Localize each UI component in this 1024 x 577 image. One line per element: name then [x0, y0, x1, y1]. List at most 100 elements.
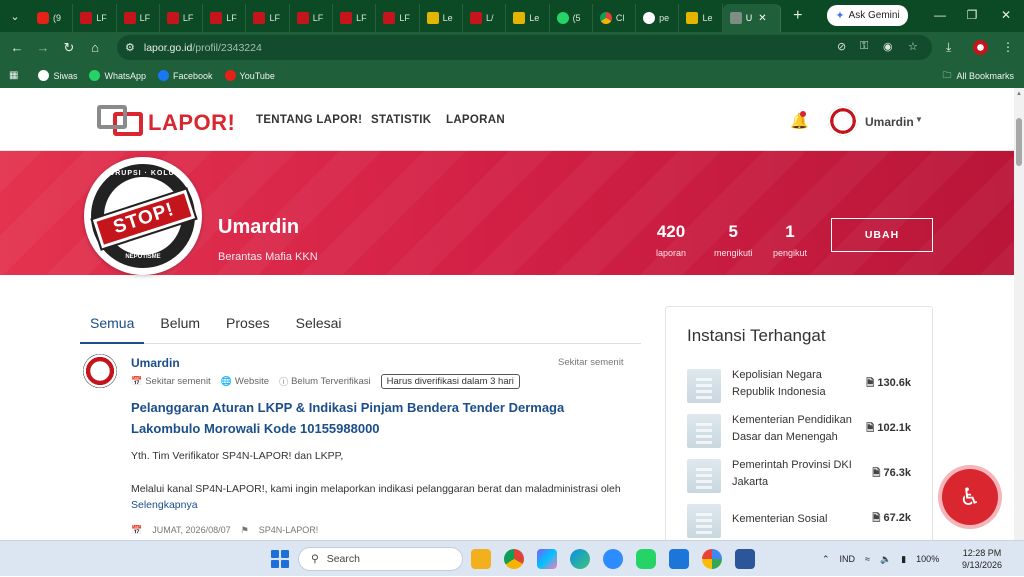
- battery-icon[interactable]: ▮: [901, 554, 906, 565]
- home-icon[interactable]: ⌂: [82, 40, 108, 55]
- stat-pengikut[interactable]: 1 pengikut: [773, 222, 807, 258]
- stat-laporan[interactable]: 420 laporan: [656, 222, 686, 258]
- nav-statistik[interactable]: STATISTIK: [371, 114, 431, 126]
- user-avatar[interactable]: [828, 106, 858, 136]
- download-icon[interactable]: ⤓: [946, 40, 951, 55]
- scroll-up-icon[interactable]: ▲: [1016, 91, 1022, 97]
- browser-tab[interactable]: LF: [246, 4, 290, 32]
- forward-arrow-icon[interactable]: →: [30, 40, 56, 55]
- tracking-off-icon[interactable]: ◉: [883, 40, 893, 53]
- back-arrow-icon[interactable]: ←: [4, 40, 30, 55]
- store-icon[interactable]: [669, 549, 689, 569]
- edge-icon[interactable]: [570, 549, 590, 569]
- chevron-down-icon[interactable]: ▼: [915, 115, 923, 124]
- browser-tab[interactable]: Le: [420, 4, 463, 32]
- edit-profile-button[interactable]: UBAH: [831, 218, 933, 252]
- read-more-link[interactable]: Selengkapnya: [131, 499, 198, 511]
- browser-tab[interactable]: LF: [333, 4, 377, 32]
- chrome-menu-icon[interactable]: ⋮: [1002, 40, 1014, 54]
- browser-tab[interactable]: (9: [30, 4, 74, 32]
- browser-tab-active[interactable]: U ✕: [722, 4, 781, 32]
- copilot-icon[interactable]: [537, 549, 557, 569]
- scroll-thumb[interactable]: [1016, 118, 1022, 166]
- browser-tab[interactable]: (5: [550, 4, 593, 32]
- bookmark-list: Siwas WhatsApp Facebook YouTube: [38, 70, 286, 81]
- post-author-avatar[interactable]: [83, 354, 117, 388]
- browser-tab[interactable]: LF: [376, 4, 420, 32]
- volume-icon[interactable]: 🔈: [880, 554, 891, 565]
- agency-item[interactable]: Kementerian Pendidikan Dasar dan Menenga…: [687, 412, 927, 452]
- minimize-icon[interactable]: —: [930, 8, 950, 22]
- bookmark-item[interactable]: WhatsApp: [89, 70, 146, 81]
- ask-gemini-button[interactable]: ✦ Ask Gemini: [827, 5, 908, 26]
- all-bookmarks-label: All Bookmarks: [956, 70, 1014, 81]
- browser-tab[interactable]: pe: [636, 4, 680, 32]
- tab-semua[interactable]: Semua: [80, 308, 145, 344]
- chevron-up-icon[interactable]: ⌃: [822, 554, 830, 565]
- post-author-link[interactable]: Umardin: [131, 356, 180, 370]
- all-bookmarks-button[interactable]: 🗀 All Bookmarks: [942, 68, 1014, 84]
- browser-tab[interactable]: LF: [160, 4, 204, 32]
- notification-dot: [800, 111, 806, 117]
- browser-tab[interactable]: LF: [290, 4, 334, 32]
- document-icon: 🗎: [872, 513, 881, 524]
- chrome-profile-avatar[interactable]: [973, 40, 988, 55]
- google-icon[interactable]: [702, 549, 722, 569]
- restore-icon[interactable]: ❐: [962, 8, 982, 22]
- lapor-logo[interactable]: LAPOR!: [97, 98, 235, 136]
- tab-belum[interactable]: Belum: [150, 308, 210, 344]
- password-key-icon[interactable]: ⚿: [860, 40, 868, 53]
- wifi-icon[interactable]: ≈: [865, 554, 870, 564]
- browser-tab[interactable]: Le: [506, 4, 550, 32]
- agency-item[interactable]: Kementerian Sosial 🗎 67.2k: [687, 502, 927, 540]
- word-icon[interactable]: [735, 549, 755, 569]
- bookmark-item[interactable]: Facebook: [158, 70, 213, 81]
- ask-gemini-label: Ask Gemini: [848, 10, 900, 21]
- browser-tab[interactable]: Le: [679, 4, 723, 32]
- language-indicator[interactable]: IND: [840, 554, 856, 564]
- browser-tab[interactable]: LF: [117, 4, 160, 32]
- chrome-taskbar-icon[interactable]: [504, 549, 524, 569]
- reload-icon[interactable]: ↻: [56, 40, 82, 56]
- tab-favicon-icon: [253, 12, 266, 24]
- agency-item[interactable]: Kepolisian Negara Republik Indonesia 🗎 13…: [687, 367, 927, 407]
- bookmark-star-icon[interactable]: ☆: [908, 40, 918, 53]
- close-window-icon[interactable]: ✕: [996, 8, 1016, 22]
- taskbar-clock[interactable]: 12:28 PM 9/13/2026: [962, 547, 1002, 571]
- address-bar[interactable]: ⚙ lapor.go.id/profil/2343224 ⊘ ⚿ ◉ ☆: [117, 35, 932, 60]
- stat-label: laporan: [656, 248, 687, 258]
- new-tab-plus-icon[interactable]: +: [785, 7, 811, 25]
- file-explorer-icon[interactable]: [471, 549, 491, 569]
- stat-mengikuti[interactable]: 5 mengikuti: [714, 222, 753, 258]
- meta-source: 🌐 Website: [221, 376, 269, 387]
- apps-grid-icon[interactable]: ▦: [9, 70, 18, 81]
- tab-selesai[interactable]: Selesai: [286, 308, 352, 344]
- whatsapp-taskbar-icon[interactable]: [636, 549, 656, 569]
- agency-count: 🗎 130.6k: [866, 376, 911, 393]
- agency-item[interactable]: Pemerintah Provinsi DKI Jakarta 🗎 76.3k: [687, 457, 927, 497]
- tab-label: Le: [529, 13, 540, 23]
- page-scrollbar[interactable]: ▲: [1014, 88, 1024, 540]
- taskbar-search[interactable]: ⚲ Search: [298, 547, 463, 571]
- close-tab-icon[interactable]: ✕: [758, 13, 766, 24]
- user-menu-name[interactable]: Umardin: [865, 115, 914, 129]
- nav-tentang-lapor[interactable]: TENTANG LAPOR!: [256, 114, 362, 126]
- tab-list: (9 LF LF LF LF LF LF LF LF Le L/Le (5 Cl pe Le U ✕: [30, 0, 781, 32]
- tab-favicon-icon: [599, 12, 612, 24]
- post-title-link[interactable]: Pelanggaran Aturan LKPP & Indikasi Pinja…: [131, 397, 611, 439]
- browser-tab[interactable]: LF: [73, 4, 117, 32]
- windows-start-icon[interactable]: [271, 550, 289, 568]
- bookmark-item[interactable]: Siwas: [38, 70, 77, 81]
- site-info-icon[interactable]: ⚙: [125, 41, 135, 54]
- tab-proses[interactable]: Proses: [216, 308, 280, 344]
- help-floating-button[interactable]: ♿: [942, 469, 998, 525]
- nav-laporan[interactable]: LAPORAN: [446, 114, 505, 126]
- tab-search-chevron-icon[interactable]: ⌄: [0, 0, 30, 32]
- browser-tab[interactable]: Cl: [593, 4, 637, 32]
- bookmark-item[interactable]: YouTube: [224, 70, 275, 81]
- browser-tab[interactable]: L/: [463, 4, 507, 32]
- search-placeholder: Search: [326, 553, 360, 565]
- zoom-icon[interactable]: [603, 549, 623, 569]
- eye-off-icon[interactable]: ⊘: [837, 40, 846, 53]
- browser-tab[interactable]: LF: [203, 4, 247, 32]
